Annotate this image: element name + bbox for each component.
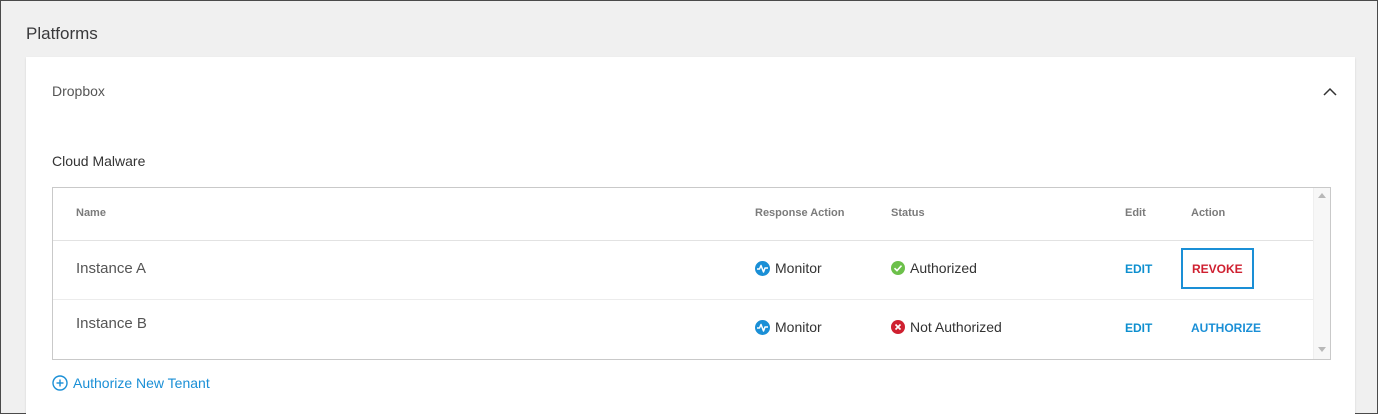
response-action-label: Monitor bbox=[775, 319, 822, 335]
app-frame: Platforms Dropbox Cloud Malware Name Res… bbox=[0, 0, 1378, 414]
revoke-button-highlight: REVOKE bbox=[1181, 248, 1254, 289]
check-circle-icon bbox=[891, 261, 905, 275]
instance-name: Instance B bbox=[76, 315, 147, 332]
scroll-up-arrow-icon[interactable] bbox=[1318, 193, 1326, 198]
platform-card-dropbox: Dropbox Cloud Malware Name Response Acti… bbox=[26, 57, 1355, 414]
instances-table: Name Response Action Status Edit Action … bbox=[52, 187, 1331, 360]
response-action-label: Monitor bbox=[775, 260, 822, 276]
instance-name: Instance A bbox=[76, 260, 147, 277]
edit-button[interactable]: EDIT bbox=[1125, 321, 1152, 335]
table-row: Instance B Monitor Not Authorized EDIT A… bbox=[53, 300, 1313, 359]
monitor-icon bbox=[755, 260, 770, 276]
authorize-new-tenant-label: Authorize New Tenant bbox=[73, 375, 210, 391]
platform-card-title: Dropbox bbox=[52, 83, 105, 99]
authorize-button[interactable]: AUTHORIZE bbox=[1191, 321, 1261, 335]
column-header-name: Name bbox=[76, 207, 106, 219]
edit-button[interactable]: EDIT bbox=[1125, 262, 1152, 276]
status-label: Authorized bbox=[910, 260, 977, 276]
table-row: Instance A Monitor Authorized EDIT REVOK… bbox=[53, 241, 1313, 300]
column-header-action: Action bbox=[1191, 207, 1226, 219]
response-action-cell: Monitor bbox=[755, 260, 822, 276]
authorize-new-tenant-link[interactable]: Authorize New Tenant bbox=[52, 375, 210, 391]
response-action-cell: Monitor bbox=[755, 319, 822, 335]
revoke-button[interactable]: REVOKE bbox=[1192, 262, 1243, 276]
table-scrollbar[interactable] bbox=[1313, 188, 1330, 359]
scroll-down-arrow-icon[interactable] bbox=[1318, 347, 1326, 352]
status-label: Not Authorized bbox=[910, 319, 1002, 335]
column-header-status: Status bbox=[891, 207, 925, 219]
chevron-up-icon[interactable] bbox=[1322, 84, 1338, 96]
section-title: Cloud Malware bbox=[52, 153, 146, 169]
monitor-icon bbox=[755, 319, 770, 335]
column-header-edit: Edit bbox=[1125, 207, 1146, 219]
column-header-response-action: Response Action bbox=[755, 207, 845, 219]
plus-circle-icon bbox=[52, 375, 68, 391]
table-body: Name Response Action Status Edit Action … bbox=[53, 188, 1313, 359]
x-circle-icon bbox=[891, 320, 905, 334]
table-header: Name Response Action Status Edit Action bbox=[53, 188, 1313, 241]
status-cell: Not Authorized bbox=[891, 319, 1002, 335]
status-cell: Authorized bbox=[891, 260, 977, 276]
page-title: Platforms bbox=[26, 24, 98, 43]
